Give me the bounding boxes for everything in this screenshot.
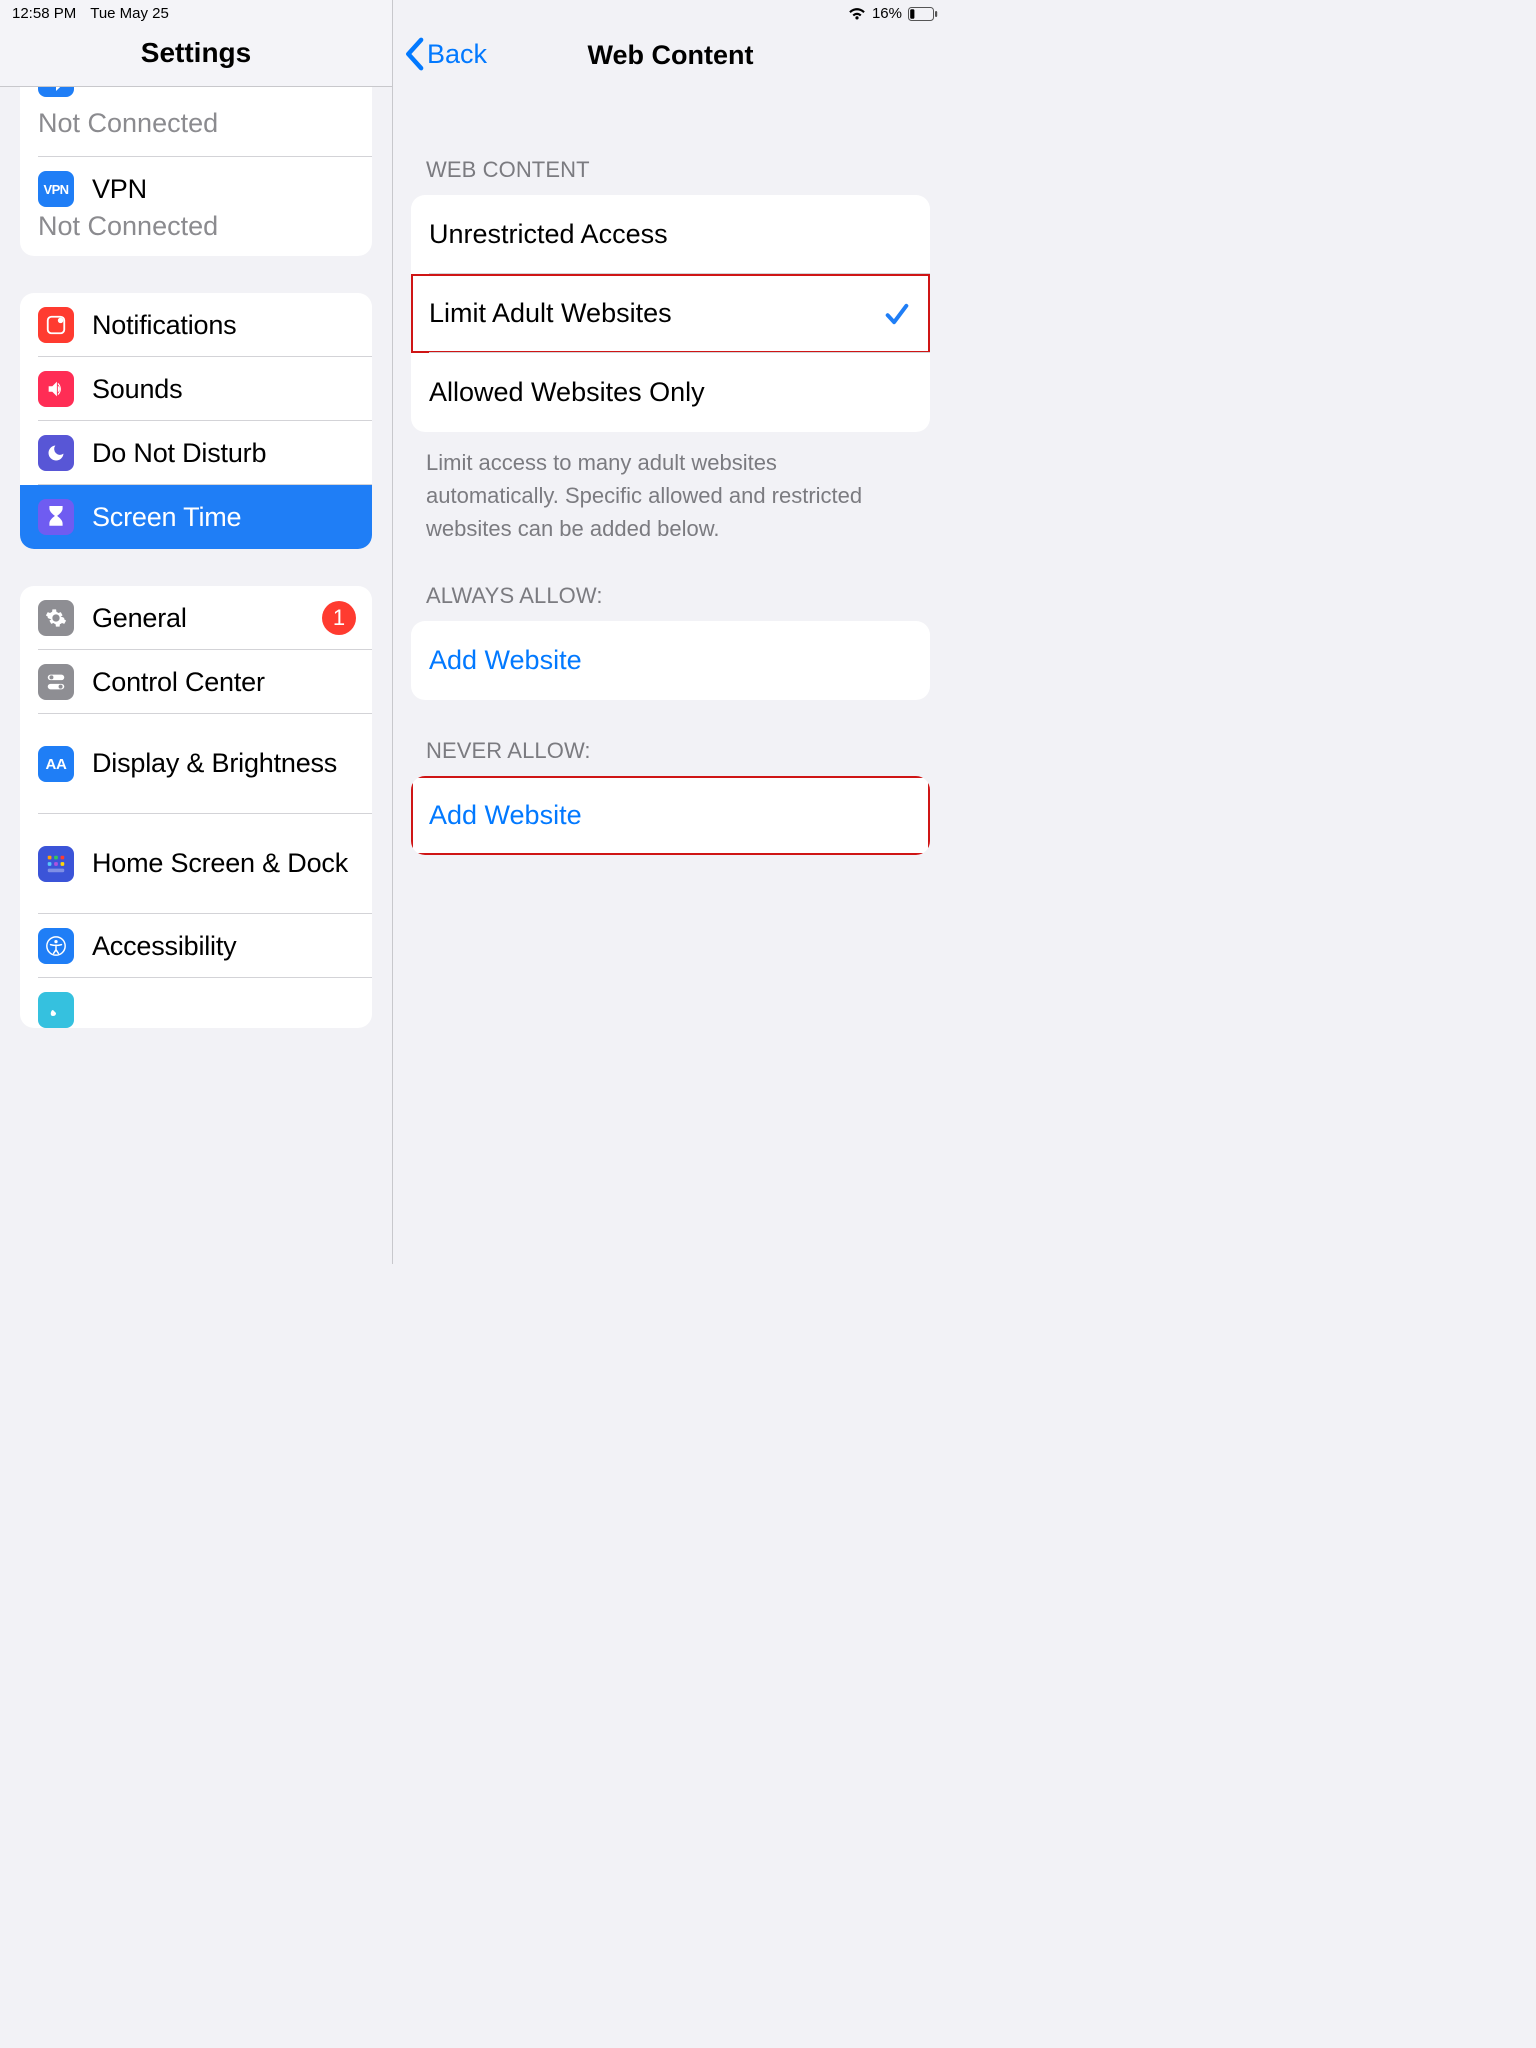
sidebar-item-bluetooth[interactable]: Bluetooth Not Connected bbox=[20, 87, 372, 157]
sidebar-group-connectivity: Bluetooth Not Connected VPN VPN Not Conn… bbox=[20, 87, 372, 256]
section-header-never-allow: NEVER ALLOW: bbox=[411, 700, 930, 776]
bluetooth-icon bbox=[38, 87, 74, 97]
option-limit-adult[interactable]: Limit Adult Websites bbox=[411, 274, 930, 353]
sidebar-group-general: General 1 Control Center AA Display & Br… bbox=[20, 586, 372, 1028]
add-website-always[interactable]: Add Website bbox=[411, 621, 930, 700]
sidebar-group-notifications: Notifications Sounds Do Not Disturb bbox=[20, 293, 372, 549]
sidebar-item-label: General bbox=[92, 603, 187, 634]
add-website-label: Add Website bbox=[429, 800, 582, 831]
sidebar-item-label: Sounds bbox=[92, 374, 182, 405]
checkmark-icon bbox=[882, 300, 912, 328]
sidebar-item-label: Home Screen & Dock bbox=[92, 848, 348, 878]
back-label: Back bbox=[427, 39, 487, 70]
accessibility-icon bbox=[38, 928, 74, 964]
sidebar-item-vpn[interactable]: VPN VPN Not Connected bbox=[20, 157, 372, 256]
option-label: Unrestricted Access bbox=[429, 219, 668, 250]
web-content-options: Unrestricted Access Limit Adult Websites… bbox=[411, 195, 930, 432]
sidebar-item-label: Screen Time bbox=[92, 502, 241, 533]
sidebar-item-label: Accessibility bbox=[92, 931, 236, 962]
vpn-icon: VPN bbox=[38, 171, 74, 207]
add-website-never[interactable]: Add Website bbox=[411, 776, 930, 855]
sidebar-item-sounds[interactable]: Sounds bbox=[20, 357, 372, 421]
textsize-icon: AA bbox=[38, 746, 74, 782]
gear-icon bbox=[38, 600, 74, 636]
option-label: Allowed Websites Only bbox=[429, 377, 705, 408]
sidebar-item-control-center[interactable]: Control Center bbox=[20, 650, 372, 714]
sidebar-item-label: Display & Brightness bbox=[92, 748, 337, 778]
hourglass-icon bbox=[38, 499, 74, 535]
sounds-icon bbox=[38, 371, 74, 407]
add-website-label: Add Website bbox=[429, 645, 582, 676]
always-allow-group: Add Website bbox=[411, 621, 930, 700]
section-footer: Limit access to many adult websites auto… bbox=[411, 432, 930, 545]
sidebar-item-home[interactable]: Home Screen & Dock bbox=[20, 814, 372, 914]
option-allowed-only[interactable]: Allowed Websites Only bbox=[411, 353, 930, 432]
section-header-webcontent: WEB CONTENT bbox=[411, 87, 930, 195]
section-header-always-allow: ALWAYS ALLOW: bbox=[411, 545, 930, 621]
paintbrush-icon bbox=[38, 992, 74, 1028]
toggles-icon bbox=[38, 664, 74, 700]
sidebar-item-notifications[interactable]: Notifications bbox=[20, 293, 372, 357]
sidebar-item-label: Do Not Disturb bbox=[92, 438, 266, 469]
detail-pane: Back Web Content WEB CONTENT Unrestricte… bbox=[393, 0, 948, 1264]
sidebar-item-label: Control Center bbox=[92, 667, 265, 698]
never-allow-group: Add Website bbox=[411, 776, 930, 855]
sidebar-item-dnd[interactable]: Do Not Disturb bbox=[20, 421, 372, 485]
sidebar-item-next[interactable] bbox=[20, 978, 372, 1028]
sidebar-item-screentime[interactable]: Screen Time bbox=[20, 485, 372, 549]
moon-icon bbox=[38, 435, 74, 471]
notification-badge: 1 bbox=[322, 601, 356, 635]
status-date: Tue May 25 bbox=[90, 5, 169, 22]
notifications-icon bbox=[38, 307, 74, 343]
battery-icon bbox=[908, 7, 938, 21]
status-battery-percent: 16% bbox=[872, 5, 902, 22]
chevron-left-icon bbox=[403, 37, 425, 71]
sidebar-item-label: VPN bbox=[92, 174, 147, 205]
settings-title: Settings bbox=[141, 37, 251, 69]
sidebar-item-display[interactable]: AA Display & Brightness bbox=[20, 714, 372, 814]
status-bar: 12:58 PM Tue May 25 16% bbox=[0, 0, 948, 22]
status-time: 12:58 PM bbox=[12, 5, 76, 22]
sidebar-item-general[interactable]: General 1 bbox=[20, 586, 372, 650]
option-label: Limit Adult Websites bbox=[429, 298, 672, 329]
sidebar-item-status: Not Connected bbox=[38, 108, 356, 139]
sidebar-item-label: Notifications bbox=[92, 310, 236, 341]
apps-grid-icon bbox=[38, 846, 74, 882]
wifi-icon bbox=[848, 7, 866, 21]
back-button[interactable]: Back bbox=[403, 37, 487, 71]
settings-sidebar: Settings Bluetooth Not Connected VPN VPN… bbox=[0, 0, 393, 1264]
option-unrestricted[interactable]: Unrestricted Access bbox=[411, 195, 930, 274]
sidebar-item-accessibility[interactable]: Accessibility bbox=[20, 914, 372, 978]
sidebar-item-status: Not Connected bbox=[38, 211, 356, 242]
